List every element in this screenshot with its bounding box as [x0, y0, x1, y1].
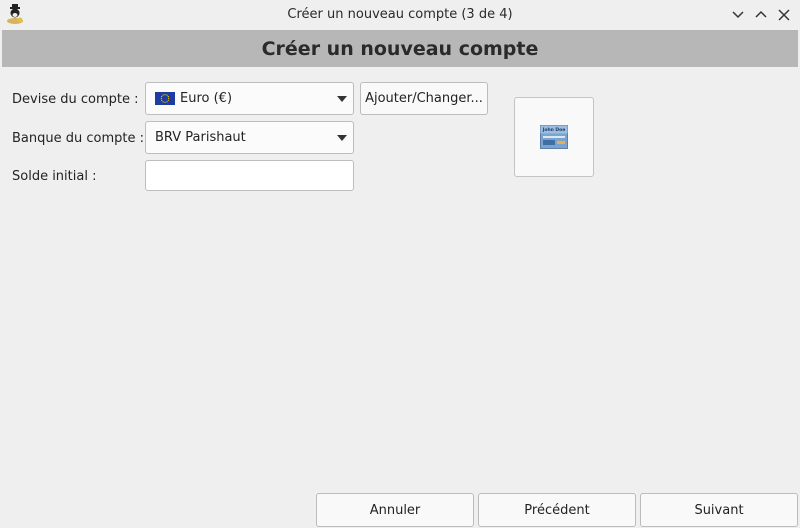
- opening-balance-label: Solde initial :: [12, 169, 97, 184]
- currency-label: Devise du compte :: [12, 92, 139, 107]
- previous-button[interactable]: Précédent: [478, 493, 636, 527]
- page-title: Créer un nouveau compte: [261, 37, 539, 60]
- close-button[interactable]: [775, 6, 793, 24]
- opening-balance-input[interactable]: [145, 160, 354, 191]
- cancel-button[interactable]: Annuler: [316, 493, 474, 527]
- bank-label: Banque du compte :: [12, 131, 144, 146]
- page-banner: Créer un nouveau compte: [2, 30, 798, 67]
- minimize-button[interactable]: [729, 6, 747, 24]
- chevron-down-icon: [337, 135, 347, 141]
- currency-value: Euro (€): [180, 91, 233, 106]
- chevron-down-icon: [732, 11, 744, 19]
- card-holder-name: John Doe: [542, 127, 566, 133]
- account-icon-button[interactable]: John Doe: [514, 97, 594, 177]
- maximize-button[interactable]: [752, 6, 770, 24]
- currency-select[interactable]: Euro (€): [145, 82, 354, 115]
- bank-card-icon: John Doe: [540, 125, 568, 149]
- window-title: Créer un nouveau compte (3 de 4): [287, 7, 513, 22]
- next-button[interactable]: Suivant: [640, 493, 798, 527]
- chevron-up-icon: [755, 10, 767, 18]
- eu-flag-icon: [155, 92, 175, 105]
- add-change-currency-button[interactable]: Ajouter/Changer...: [360, 82, 488, 115]
- bank-value: BRV Parishaut: [155, 130, 246, 145]
- chevron-down-icon: [337, 96, 347, 102]
- window-titlebar: Créer un nouveau compte (3 de 4): [0, 0, 800, 30]
- close-icon: [778, 9, 790, 21]
- bank-select[interactable]: BRV Parishaut: [145, 121, 354, 154]
